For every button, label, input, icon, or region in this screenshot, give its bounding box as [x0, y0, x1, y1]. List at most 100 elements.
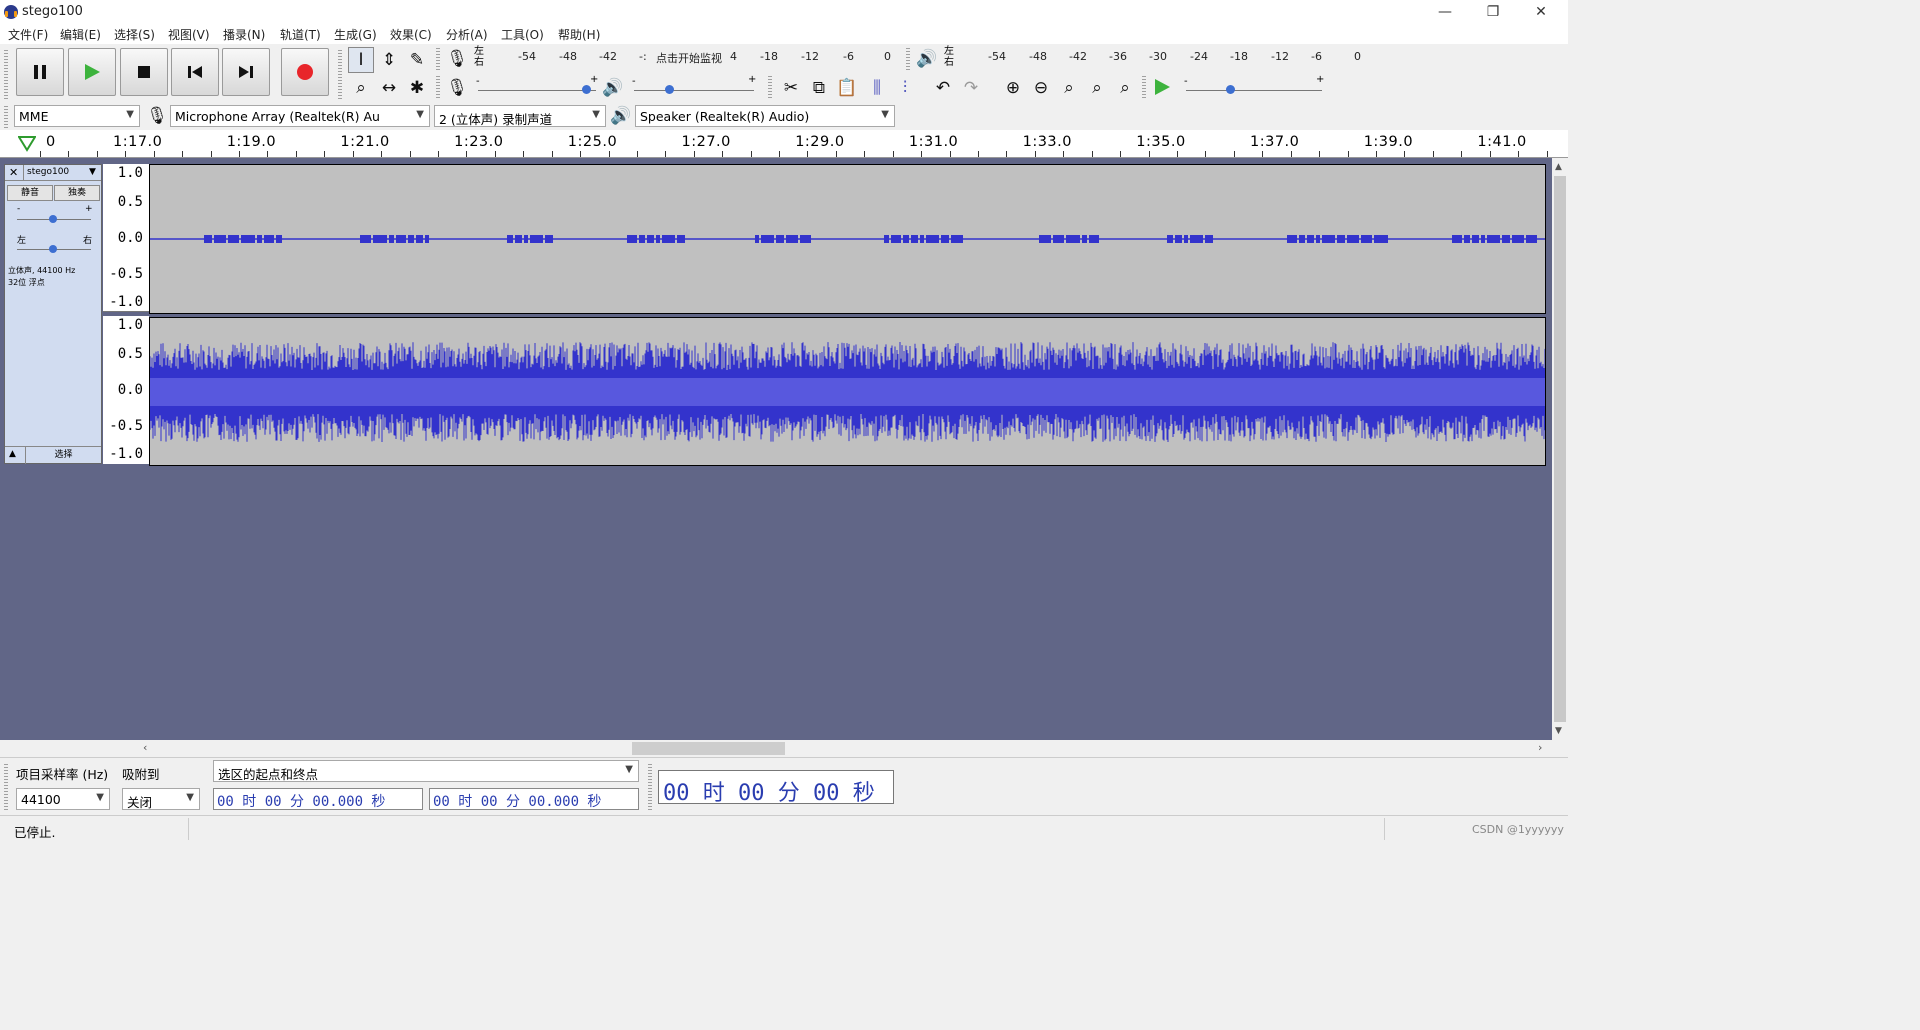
selection-start-time[interactable]: 00 时 00 分 00.000 秒 — [213, 788, 423, 810]
track-menu-chevron-icon[interactable]: ▼ — [89, 167, 96, 177]
menu-analyze[interactable]: 分析(A) — [446, 26, 488, 43]
pan-slider-thumb[interactable] — [49, 245, 57, 253]
playback-device-select[interactable]: Speaker (Realtek(R) Audio) ▼ — [635, 105, 895, 127]
play-button[interactable] — [68, 48, 116, 96]
speaker-icon[interactable]: 🔊 — [914, 46, 940, 72]
timeline-tick — [324, 151, 325, 157]
toolbar-grip[interactable] — [648, 762, 652, 812]
scroll-left-icon[interactable]: ‹ — [143, 741, 147, 754]
play-at-speed-button[interactable] — [1152, 77, 1172, 100]
horizontal-scroll-thumb[interactable] — [632, 742, 785, 755]
timeline-tick — [1461, 151, 1462, 157]
audio-host-select[interactable]: MME ▼ — [14, 105, 140, 127]
paste-icon[interactable]: 📋 — [834, 75, 860, 101]
time-shift-tool-icon[interactable]: ↔ — [376, 75, 402, 101]
menu-tools[interactable]: 工具(O) — [501, 26, 544, 43]
silence-audio-icon[interactable]: ⫶ — [892, 75, 918, 101]
gain-slider-thumb[interactable] — [49, 215, 57, 223]
playback-speed-slider[interactable] — [1186, 90, 1322, 91]
copy-icon[interactable]: ⧉ — [806, 75, 832, 101]
track-name-menu[interactable]: stego100 — [23, 165, 89, 180]
timeline-label: 1:21.0 — [340, 134, 390, 150]
right-channel-waveform[interactable] — [149, 317, 1546, 466]
vertical-scrollbar[interactable]: ▲ ▼ — [1552, 158, 1568, 740]
toolbar-grip[interactable] — [4, 104, 8, 128]
click-to-monitor-label[interactable]: 点击开始监视 — [656, 50, 722, 66]
project-rate-select[interactable]: 44100 ▼ — [16, 788, 110, 810]
mute-button[interactable]: 静音 — [7, 185, 53, 201]
output-volume-thumb[interactable] — [665, 85, 674, 94]
play-head-triangle-icon[interactable] — [18, 136, 36, 152]
scroll-up-icon[interactable]: ▲ — [1555, 162, 1562, 172]
menu-effect[interactable]: 效果(C) — [390, 26, 432, 43]
selection-end-time[interactable]: 00 时 00 分 00.000 秒 — [429, 788, 639, 810]
toolbar-grip[interactable] — [906, 46, 910, 72]
envelope-tool-icon[interactable]: ⇕ — [376, 47, 402, 73]
selection-mode-select[interactable]: 选区的起点和终点 ▼ — [213, 760, 639, 782]
multi-tool-icon[interactable]: ✱ — [404, 75, 430, 101]
scroll-right-icon[interactable]: › — [1538, 741, 1542, 754]
audio-position-display[interactable]: 00 时 00 分 00 秒 — [658, 770, 894, 806]
record-button[interactable] — [281, 48, 329, 96]
trim-audio-icon[interactable]: ⫼ — [864, 75, 890, 101]
playback-speed-thumb[interactable] — [1226, 85, 1235, 94]
menu-help[interactable]: 帮助(H) — [558, 26, 600, 43]
menu-view[interactable]: 视图(V) — [168, 26, 210, 43]
menu-generate[interactable]: 生成(G) — [334, 26, 377, 43]
track-area[interactable]: ✕ stego100 ▼ 静音 独奏 - + 左 右 立体声, 44100 Hz… — [0, 158, 1552, 740]
redo-icon[interactable]: ↷ — [958, 75, 984, 101]
toolbar-grip[interactable] — [4, 48, 8, 100]
menu-edit[interactable]: 编辑(E) — [60, 26, 101, 43]
snap-to-value: 关闭 — [127, 795, 153, 810]
timeline-ruler[interactable]: 0 1:17.0 1:19.0 1:21.0 1:23.0 1:25.0 1:27.0 1:… — [0, 130, 1568, 158]
input-volume-thumb[interactable] — [582, 85, 591, 94]
minimize-button[interactable]: — — [1422, 0, 1468, 24]
zoom-tool-icon[interactable]: ⌕ — [348, 75, 374, 101]
toolbar-grip[interactable] — [436, 46, 440, 72]
fit-selection-icon[interactable]: ⌕ — [1056, 75, 1082, 101]
toolbar-grip[interactable] — [1142, 74, 1146, 100]
meter-left-label: 左 — [944, 46, 954, 57]
microphone-icon[interactable]: 🎙 — [444, 46, 470, 72]
playback-meter[interactable]: -54 -48 -42 -36 -30 -24 -18 -12 -6 0 — [958, 50, 1368, 66]
horizontal-scrollbar[interactable]: ‹ › — [0, 740, 1568, 757]
recording-channels-select[interactable]: 2 (立体声) 录制声道 ▼ — [434, 105, 606, 127]
stop-button[interactable] — [120, 48, 168, 96]
selection-mode-value: 选区的起点和终点 — [218, 767, 319, 782]
zoom-toggle-icon[interactable]: ⌕ — [1112, 75, 1138, 101]
zoom-out-icon[interactable]: ⊖ — [1028, 75, 1054, 101]
menu-transport[interactable]: 播录(N) — [223, 26, 265, 43]
skip-to-end-button[interactable] — [222, 48, 270, 96]
menu-tracks[interactable]: 轨道(T) — [280, 26, 321, 43]
meter-tick: -6 — [1311, 50, 1322, 63]
vertical-scroll-thumb[interactable] — [1554, 176, 1566, 722]
toolbar-grip[interactable] — [768, 74, 772, 100]
pause-button[interactable] — [16, 48, 64, 96]
fit-project-icon[interactable]: ⌕ — [1084, 75, 1110, 101]
recording-device-select[interactable]: Microphone Array (Realtek(R) Au ▼ — [170, 105, 430, 127]
menu-file[interactable]: 文件(F) — [8, 26, 48, 43]
left-channel-waveform[interactable] — [149, 164, 1546, 314]
solo-button[interactable]: 独奏 — [54, 185, 100, 201]
undo-icon[interactable]: ↶ — [930, 75, 956, 101]
cut-icon[interactable]: ✂ — [778, 75, 804, 101]
skip-to-start-button[interactable] — [171, 48, 219, 96]
toolbar-grip[interactable] — [4, 762, 8, 812]
toolbar-grip[interactable] — [436, 74, 440, 100]
scroll-down-icon[interactable]: ▼ — [1555, 726, 1562, 736]
close-button[interactable]: ✕ — [1518, 0, 1564, 24]
track-close-button[interactable]: ✕ — [9, 166, 18, 179]
menu-select[interactable]: 选择(S) — [114, 26, 155, 43]
zoom-in-icon[interactable]: ⊕ — [1000, 75, 1026, 101]
collapse-track-icon[interactable]: ▲ — [9, 449, 16, 459]
select-track-button[interactable]: 选择 — [25, 447, 101, 464]
draw-tool-icon[interactable]: ✎ — [404, 47, 430, 73]
output-volume-slider[interactable] — [634, 90, 754, 91]
restore-button[interactable]: ❐ — [1470, 0, 1516, 24]
snap-to-select[interactable]: 关闭 ▼ — [122, 788, 200, 810]
toolbar-grip[interactable] — [338, 48, 342, 100]
input-volume-slider[interactable] — [478, 90, 596, 91]
timeline-tick — [864, 151, 865, 157]
selection-tool-icon[interactable]: I — [348, 47, 374, 73]
recording-meter[interactable]: -54 -48 -42 -: 点击开始监视 4 -18 -12 -6 0 — [488, 50, 896, 66]
